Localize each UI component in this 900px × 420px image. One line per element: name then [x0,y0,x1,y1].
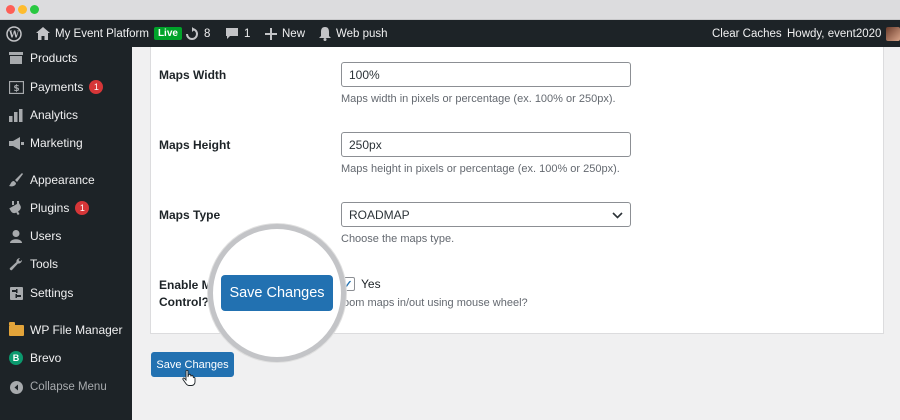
admin-bar: W My Event Platform Live 8 1 New Web pus… [0,20,900,47]
mouse-control-checkbox-label: Yes [361,277,381,291]
web-push-link[interactable]: Web push [319,20,388,47]
sidebar-item-label: Payments [30,80,84,94]
mouse-control-label-line2: Control? [159,295,209,309]
live-badge: Live [153,27,182,40]
sidebar-item-brevo[interactable]: B Brevo [0,346,132,370]
clear-caches-label: Clear Caches [712,27,782,40]
maps-height-input[interactable] [341,132,631,157]
close-window-button[interactable] [6,5,15,14]
sidebar-item-label: Products [30,51,78,65]
sidebar-item-settings[interactable]: Settings [0,281,132,305]
site-name-link[interactable]: My Event Platform Live [36,20,182,47]
sidebar-item-label: WP File Manager [30,323,123,337]
wordpress-logo-button[interactable]: W [6,20,22,47]
updates-icon [185,26,199,41]
svg-text:W: W [8,30,20,40]
appearance-icon [8,172,24,188]
hand-cursor-icon [182,369,196,386]
sidebar-item-products[interactable]: Products [0,46,132,70]
magnified-save-button[interactable]: Save Changes [221,275,333,311]
sidebar-item-label: Analytics [30,108,79,122]
maps-width-input[interactable] [341,62,631,87]
sidebar-item-analytics[interactable]: Analytics [0,103,132,127]
new-content-link[interactable]: New [265,20,305,47]
magnifier-callout: Save Changes [208,224,346,362]
collapse-icon [8,379,24,395]
maps-type-value: ROADMAP [349,207,410,222]
maps-type-description: Choose the maps type. [341,233,455,245]
home-icon [36,27,50,40]
mouse-control-description: oom maps in/out using mouse wheel? [343,297,528,309]
maps-height-description: Maps height in pixels or percentage (ex.… [341,163,620,175]
chevron-down-icon [612,208,623,222]
notification-badge: 1 [75,201,90,215]
brevo-icon: B [8,350,24,366]
sidebar-item-label: Marketing [30,136,83,150]
maps-type-select[interactable]: ROADMAP [341,202,631,227]
sidebar-item-marketing[interactable]: Marketing [0,131,132,155]
marketing-icon [8,135,24,151]
products-icon [8,50,24,66]
maps-type-label: Maps Type [159,208,221,222]
maps-width-label: Maps Width [159,68,227,82]
sidebar-item-label: Plugins [30,201,70,215]
howdy-label: Howdy, event2020 [787,27,882,40]
sidebar-item-tools[interactable]: Tools [0,252,132,276]
sidebar-item-label: Brevo [30,351,62,365]
updates-link[interactable]: 8 [185,20,210,47]
sidebar-item-payments[interactable]: $ Payments 1 [0,75,132,99]
wrench-icon [8,256,24,272]
new-label: New [282,27,306,40]
site-name: My Event Platform [55,27,149,40]
sidebar-item-label: Collapse Menu [30,381,107,393]
users-icon [8,228,24,244]
plus-icon [265,27,277,40]
maximize-window-button[interactable] [30,5,39,14]
sidebar-item-label: Settings [30,286,74,300]
minimize-window-button[interactable] [18,5,27,14]
collapse-menu-button[interactable]: Collapse Menu [0,375,132,399]
updates-count: 8 [204,27,211,40]
sidebar-item-label: Users [30,229,62,243]
plugins-icon [8,200,24,216]
svg-text:$: $ [13,84,19,94]
sidebar-item-plugins[interactable]: Plugins 1 [0,196,132,220]
analytics-icon [8,107,24,123]
notification-badge: 1 [89,80,104,94]
settings-icon [8,285,24,301]
comment-icon [225,27,239,40]
bell-icon [319,26,331,41]
maps-height-label: Maps Height [159,138,231,152]
sidebar-item-label: Tools [30,257,59,271]
mouse-control-label: Enable M Control? [159,277,212,311]
sidebar-item-users[interactable]: Users [0,224,132,248]
payments-icon: $ [8,79,24,95]
web-push-label: Web push [336,27,388,40]
window-titlebar [0,0,900,20]
wordpress-icon: W [6,25,22,42]
mouse-control-label-line1: Enable M [159,278,212,292]
admin-sidebar: Products $ Payments 1 Analytics Marketin… [0,47,132,420]
avatar [886,26,900,41]
maps-width-description: Maps width in pixels or percentage (ex. … [341,93,616,105]
sidebar-item-appearance[interactable]: Appearance [0,168,132,192]
sidebar-item-wp-file-manager[interactable]: WP File Manager [0,318,132,342]
folder-icon [8,321,24,338]
account-menu[interactable]: Howdy, event2020 [787,20,900,47]
clear-caches-link[interactable]: Clear Caches [712,20,782,47]
sidebar-item-label: Appearance [30,173,95,187]
comments-count: 1 [244,27,251,40]
comments-link[interactable]: 1 [225,20,250,47]
